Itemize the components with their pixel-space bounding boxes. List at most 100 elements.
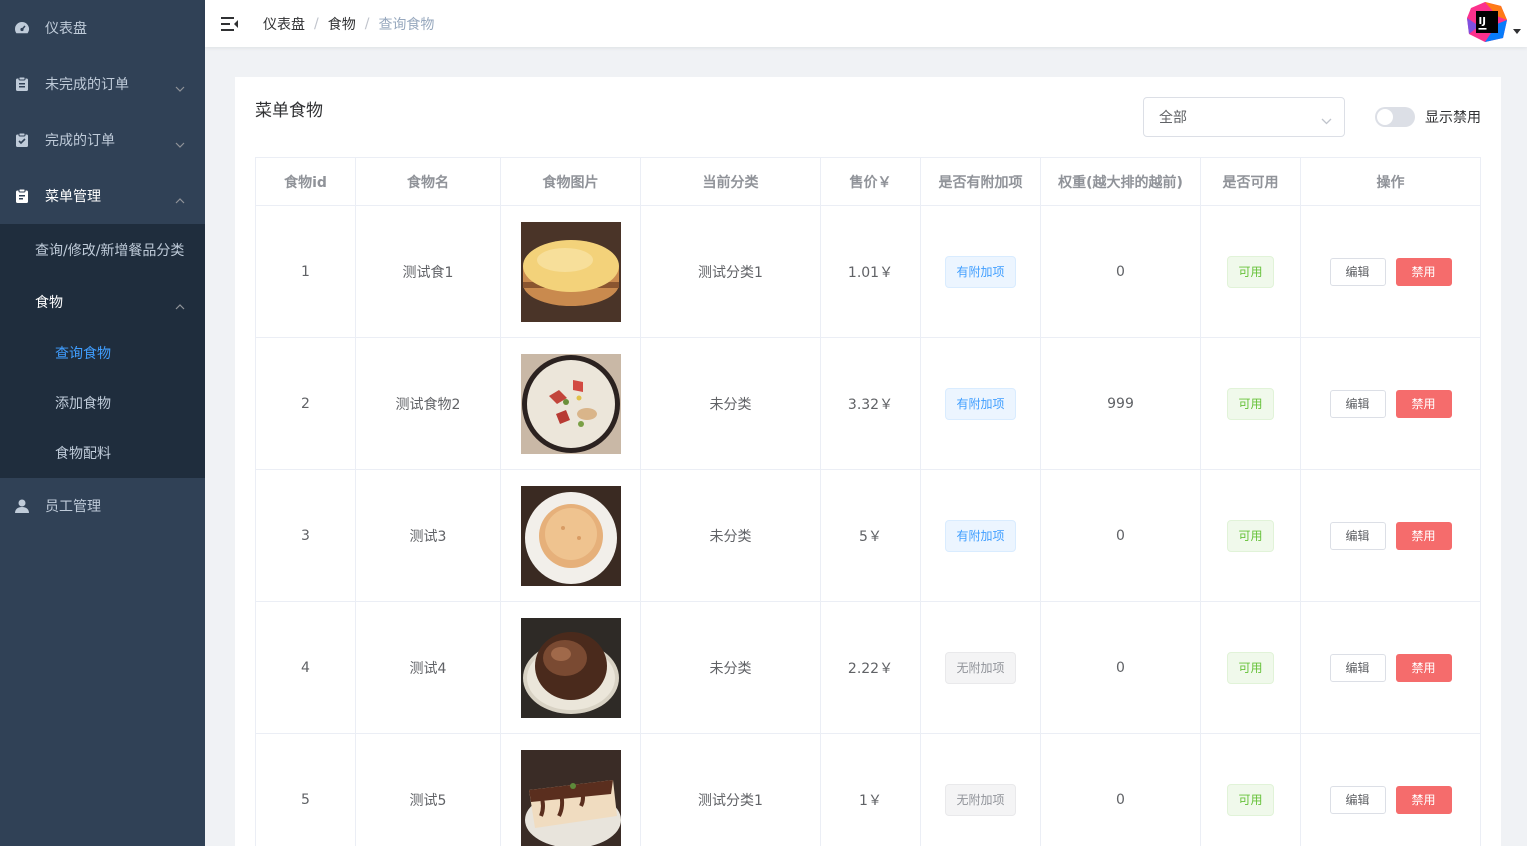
cell-price: 1￥ [821, 734, 921, 846]
breadcrumb: 仪表盘 / 食物 / 查询食物 [263, 14, 434, 34]
chevron-down-icon [175, 80, 185, 96]
cell-weight: 0 [1041, 470, 1201, 602]
toggle-switch[interactable] [1375, 107, 1415, 127]
available-tag: 可用 [1227, 783, 1274, 816]
disable-button[interactable]: 禁用 [1395, 785, 1452, 814]
avatar[interactable]: IJ [1467, 2, 1507, 42]
avatar-initials: IJ [1479, 16, 1486, 27]
no-addon-tag: 无附加项 [945, 783, 1016, 816]
cell-id: 1 [256, 206, 356, 338]
breadcrumb-separator: / [364, 15, 370, 32]
disable-button[interactable]: 禁用 [1395, 521, 1452, 550]
cell-id: 2 [256, 338, 356, 470]
column-header-name: 食物名 [356, 158, 501, 206]
sidebar-item-dashboard[interactable]: 仪表盘 [0, 0, 205, 56]
submenu-menu-management: 查询/修改/新增餐品分类 食物 查询食物 添加食物 食物配料 [0, 224, 205, 478]
column-header-weight: 权重(越大排的越前) [1041, 158, 1201, 206]
column-header-addon: 是否有附加项 [921, 158, 1041, 206]
cell-name: 测试3 [356, 470, 501, 602]
breadcrumb-item-current: 查询食物 [378, 16, 435, 33]
cell-id: 3 [256, 470, 356, 602]
available-tag: 可用 [1227, 519, 1274, 552]
sidebar-item-label: 食物 [35, 295, 63, 311]
cell-image [501, 206, 641, 338]
edit-button[interactable]: 编辑 [1329, 653, 1386, 682]
table-row: 5 测试5 测试分类1 1￥ 无附加项 0 可用 编辑 禁用 [256, 734, 1481, 846]
addon-tag: 有附加项 [945, 387, 1016, 420]
edit-button[interactable]: 编辑 [1329, 389, 1386, 418]
cell-id: 5 [256, 734, 356, 846]
disable-button[interactable]: 禁用 [1395, 257, 1452, 286]
column-header-actions: 操作 [1301, 158, 1481, 206]
breadcrumb-item-dashboard[interactable]: 仪表盘 [263, 14, 305, 34]
cell-weight: 0 [1041, 206, 1201, 338]
edit-button[interactable]: 编辑 [1329, 521, 1386, 550]
table-row: 4 测试4 未分类 2.22￥ 无附加项 0 可用 编辑 禁用 [256, 602, 1481, 734]
user-icon [14, 498, 30, 514]
user-dropdown[interactable]: IJ [1467, 2, 1521, 42]
cell-actions: 编辑 禁用 [1301, 602, 1481, 734]
pancake-photo[interactable] [520, 485, 621, 586]
edit-button[interactable]: 编辑 [1329, 257, 1386, 286]
dashboard-icon [14, 20, 30, 36]
cell-weight: 0 [1041, 734, 1201, 846]
decorated-cake-photo[interactable] [520, 353, 621, 454]
chevron-down-icon [1321, 113, 1332, 129]
cell-weight: 0 [1041, 602, 1201, 734]
edit-button[interactable]: 编辑 [1329, 785, 1386, 814]
available-tag: 可用 [1227, 255, 1274, 288]
cell-available: 可用 [1201, 206, 1301, 338]
food-list-card: 菜单食物 全部 显示禁用 食物id 食物名 食物图片 当前分类 售价￥ 是否有附… [235, 77, 1501, 846]
cell-image [501, 338, 641, 470]
column-header-image: 食物图片 [501, 158, 641, 206]
sidebar-item-staff[interactable]: 员工管理 [0, 478, 205, 534]
disable-button[interactable]: 禁用 [1395, 389, 1452, 418]
navbar: 仪表盘 / 食物 / 查询食物 IJ [205, 0, 1527, 47]
available-tag: 可用 [1227, 387, 1274, 420]
column-header-category: 当前分类 [641, 158, 821, 206]
cake-slice-photo[interactable] [520, 749, 621, 846]
addon-tag: 有附加项 [945, 519, 1016, 552]
breadcrumb-item-food[interactable]: 食物 [328, 14, 356, 34]
sidebar-item-food[interactable]: 食物 [0, 276, 205, 328]
sidebar-item-label: 员工管理 [45, 499, 101, 515]
cell-addon: 无附加项 [921, 734, 1041, 846]
clipboard-menu-icon [14, 188, 30, 204]
clipboard-check-icon [14, 132, 30, 148]
sidebar-item-pending-orders[interactable]: 未完成的订单 [0, 56, 205, 112]
table-header-row: 食物id 食物名 食物图片 当前分类 售价￥ 是否有附加项 权重(越大排的越前)… [256, 158, 1481, 206]
sidebar-item-menu-management[interactable]: 菜单管理 [0, 168, 205, 224]
table-row: 2 测试食物2 未分类 3.32￥ 有附加项 999 可用 编辑 禁用 [256, 338, 1481, 470]
sidebar-item-food-ingredients[interactable]: 食物配料 [0, 428, 205, 478]
disable-button[interactable]: 禁用 [1395, 653, 1452, 682]
chocolate-cake-photo[interactable] [520, 617, 621, 718]
cell-actions: 编辑 禁用 [1301, 206, 1481, 338]
table-body: 1 测试食1 测试分类1 1.01￥ 有附加项 0 可用 编辑 禁用 2 测试食… [256, 206, 1481, 846]
available-tag: 可用 [1227, 651, 1274, 684]
sidebar-item-label: 食物配料 [55, 446, 111, 462]
cell-addon: 无附加项 [921, 602, 1041, 734]
category-filter-select[interactable]: 全部 [1143, 97, 1345, 137]
chevron-up-icon [175, 192, 185, 208]
cell-id: 4 [256, 602, 356, 734]
sidebar-item-label: 仪表盘 [45, 21, 87, 37]
caret-down-icon[interactable] [1513, 22, 1521, 38]
sidebar-item-add-food[interactable]: 添加食物 [0, 378, 205, 428]
cell-image [501, 734, 641, 846]
sidebar-item-query-food[interactable]: 查询食物 [0, 328, 205, 378]
cell-weight: 999 [1041, 338, 1201, 470]
sidebar-item-completed-orders[interactable]: 完成的订单 [0, 112, 205, 168]
show-disabled-switch[interactable]: 显示禁用 [1375, 107, 1481, 127]
cell-category: 未分类 [641, 470, 821, 602]
cell-name: 测试5 [356, 734, 501, 846]
hamburger-menu-icon[interactable] [205, 0, 255, 47]
cell-category: 测试分类1 [641, 734, 821, 846]
sidebar-item-category[interactable]: 查询/修改/新增餐品分类 [0, 224, 205, 276]
cake-photo[interactable] [520, 221, 621, 322]
toggle-knob [1377, 109, 1393, 125]
cell-image [501, 470, 641, 602]
cell-actions: 编辑 禁用 [1301, 338, 1481, 470]
cell-available: 可用 [1201, 338, 1301, 470]
cell-actions: 编辑 禁用 [1301, 470, 1481, 602]
cell-price: 2.22￥ [821, 602, 921, 734]
